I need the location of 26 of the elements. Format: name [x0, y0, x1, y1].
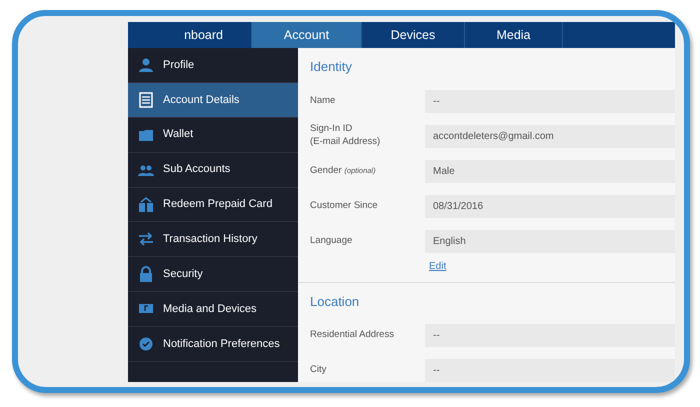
field-value: Male	[425, 160, 675, 182]
swap-arrows-icon	[138, 231, 154, 248]
field-label: Sign-In ID (E-mail Address)	[310, 123, 382, 149]
field-label: Language	[310, 234, 354, 248]
lock-icon	[138, 266, 154, 282]
sidebar-item[interactable]: Redeem Prepaid Card	[128, 188, 298, 222]
sidebar-item[interactable]: Account Details	[128, 82, 298, 118]
field-value: --	[425, 359, 675, 382]
field-label: Name	[310, 94, 336, 108]
edit-link[interactable]: Edit	[429, 258, 446, 274]
badge-icon	[138, 336, 154, 352]
person-icon	[138, 56, 154, 73]
sidebar-item[interactable]: Security	[128, 257, 298, 292]
section-heading: Location	[310, 292, 360, 311]
document-icon	[138, 92, 154, 108]
section-heading: Identity	[310, 58, 353, 76]
nav-tab[interactable]: Account	[252, 22, 362, 48]
field-value: --	[425, 324, 675, 348]
field-value: 08/31/2016	[425, 194, 675, 218]
field-label: Customer Since	[310, 200, 379, 212]
field-label: Residential Address	[310, 329, 395, 342]
sidebar-item[interactable]: Wallet	[128, 118, 298, 153]
field-label: City	[310, 364, 328, 378]
field-value: English	[425, 230, 675, 252]
field-value: accontdeleters@gmail.com	[425, 124, 675, 148]
field-value: --	[425, 90, 675, 112]
